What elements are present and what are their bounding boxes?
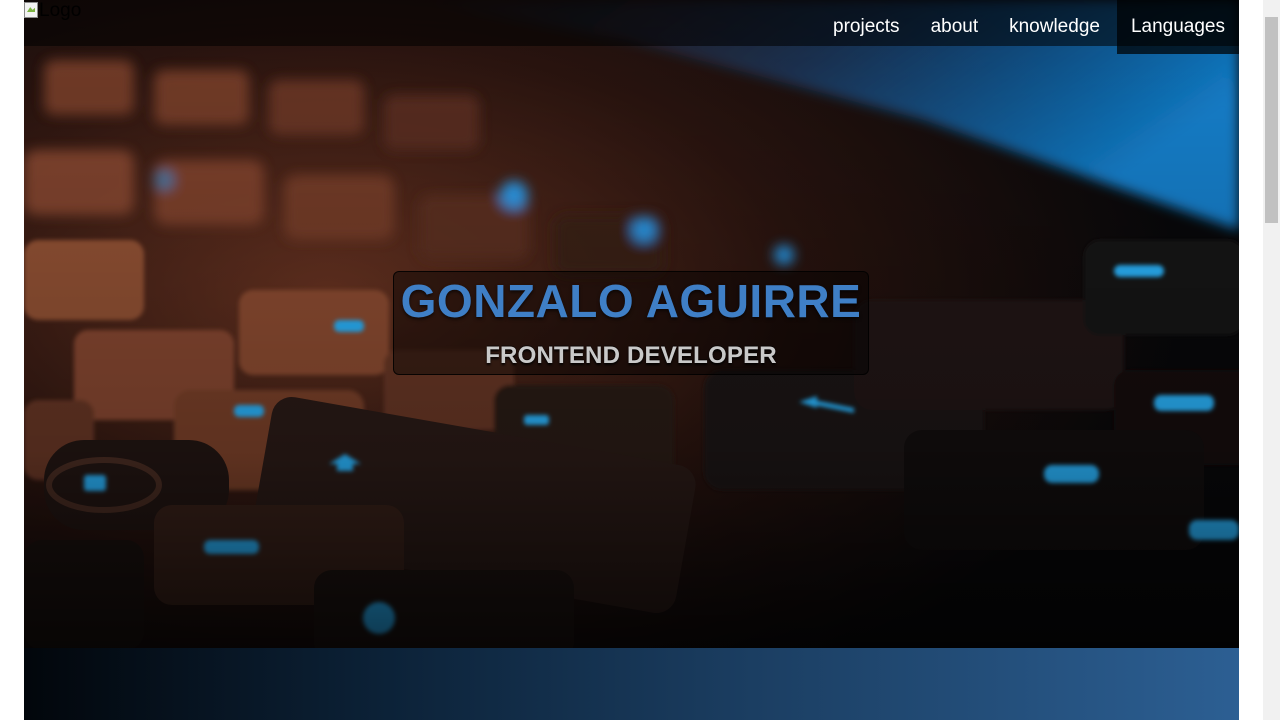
logo-alt-text: Logo (39, 0, 82, 21)
scrollbar-thumb[interactable] (1265, 17, 1278, 223)
next-section (24, 648, 1239, 720)
broken-image-icon (24, 2, 38, 18)
nav-link-about[interactable]: about (914, 0, 993, 54)
main-nav: projects about knowledge Languages (816, 0, 1239, 54)
page: Logo projects about knowledge Languages … (24, 0, 1239, 720)
hero-title-card: GONZALO AGUIRRE FRONTEND DEVELOPER (393, 271, 869, 375)
nav-link-knowledge[interactable]: knowledge (992, 0, 1114, 54)
logo-image[interactable]: Logo (24, 0, 81, 24)
nav-link-languages[interactable]: Languages (1114, 0, 1239, 54)
hero-name: GONZALO AGUIRRE (400, 275, 862, 327)
nav-link-projects[interactable]: projects (816, 0, 914, 54)
hero-role: FRONTEND DEVELOPER (394, 342, 868, 370)
vertical-scrollbar[interactable] (1263, 0, 1280, 720)
hero-section: Logo projects about knowledge Languages … (24, 0, 1239, 648)
